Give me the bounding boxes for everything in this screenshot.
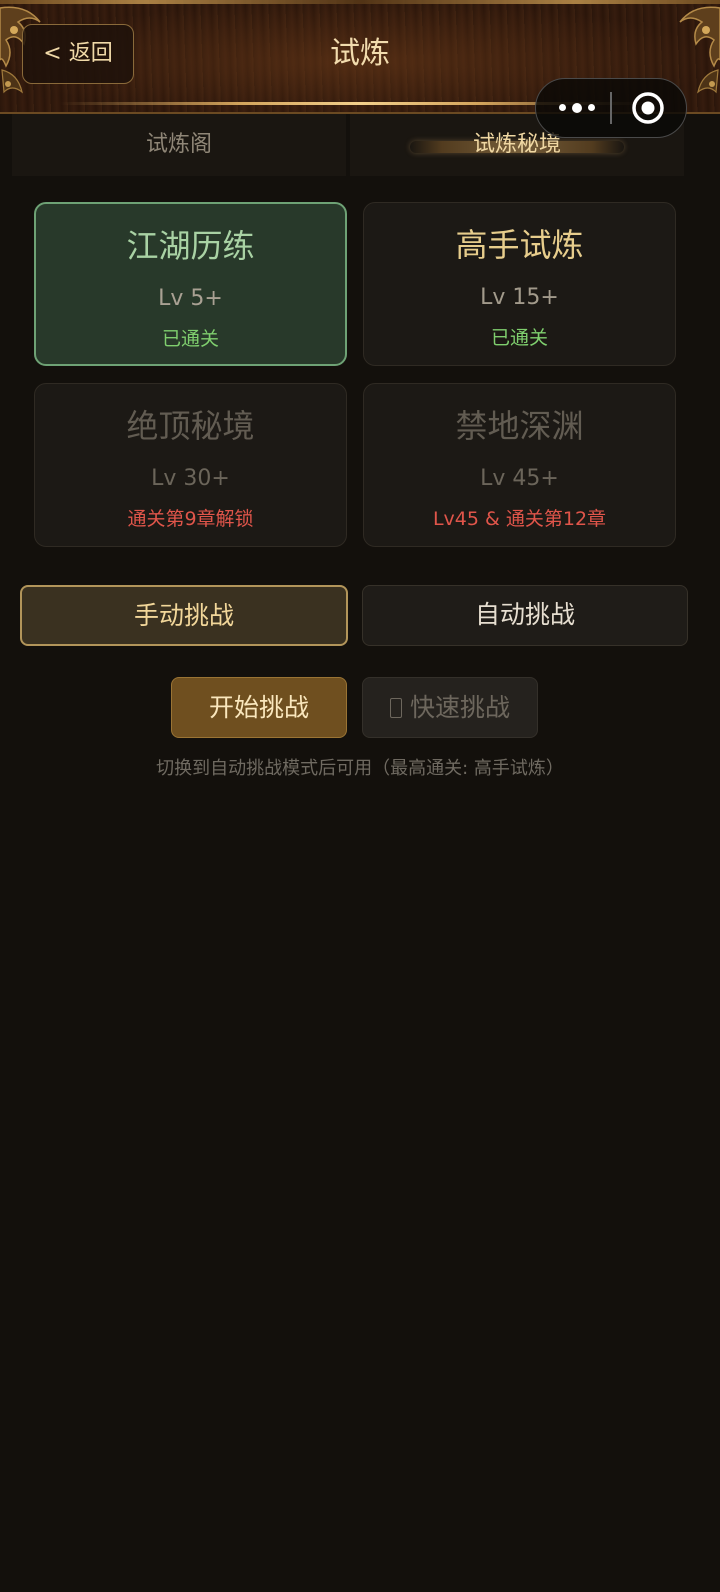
auto-challenge-button[interactable]: 自动挑战: [362, 585, 688, 646]
stage-name: 高手试炼: [455, 226, 584, 264]
stage-unlock-requirement: Lv45 & 通关第12章: [432, 508, 607, 530]
start-challenge-button[interactable]: 开始挑战: [171, 677, 347, 738]
lock-icon: [389, 698, 402, 718]
stage-name: 禁地深渊: [455, 407, 584, 445]
capsule-divider: [610, 92, 612, 124]
stage-level: Lv 5+: [158, 286, 223, 311]
tab-label: 试炼阁: [145, 132, 212, 157]
target-circle-icon[interactable]: [618, 79, 682, 137]
stage-level: Lv 30+: [151, 466, 230, 491]
tab-trial-pavilion[interactable]: 试炼阁: [12, 114, 346, 176]
page-title: 试炼: [330, 36, 390, 71]
miniprogram-capsule: [535, 78, 687, 138]
manual-challenge-button[interactable]: 手动挑战: [20, 585, 348, 646]
stage-status: 已通关: [490, 327, 548, 349]
stage-unlock-requirement: 通关第9章解锁: [127, 508, 254, 530]
tab-label: 试炼秘境: [472, 132, 561, 157]
stage-card-jianghu[interactable]: 江湖历练 Lv 5+ 已通关: [34, 202, 347, 366]
stage-name: 绝顶秘境: [126, 407, 255, 445]
quick-challenge-button[interactable]: 快速挑战: [362, 677, 538, 738]
stage-card-peak-realm[interactable]: 绝顶秘境 Lv 30+ 通关第9章解锁: [34, 383, 347, 547]
more-dots-icon[interactable]: [552, 79, 610, 137]
hint-text: 切换到自动挑战模式后可用（最高通关: 高手试炼）: [156, 758, 564, 779]
stage-name: 江湖历练: [126, 227, 255, 265]
stage-card-forbidden-abyss[interactable]: 禁地深渊 Lv 45+ Lv45 & 通关第12章: [363, 383, 676, 547]
stage-level: Lv 45+: [480, 466, 559, 491]
header-top-ornament: [0, 0, 720, 4]
stage-status: 已通关: [161, 328, 219, 350]
stage-card-master-trial[interactable]: 高手试炼 Lv 15+ 已通关: [363, 202, 676, 366]
quick-challenge-label: 快速挑战: [409, 693, 510, 722]
stage-level: Lv 15+: [480, 285, 559, 310]
